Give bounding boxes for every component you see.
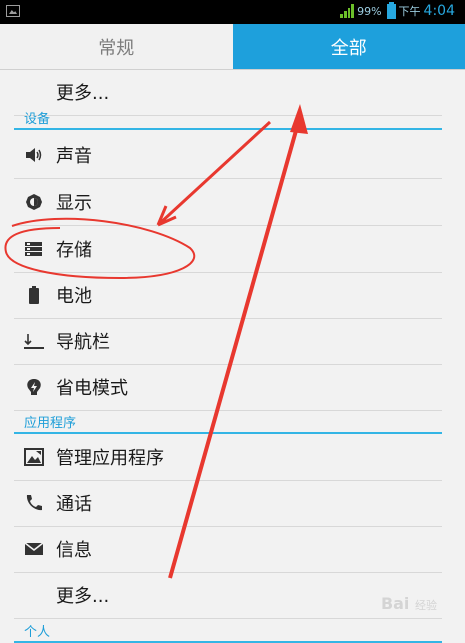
tab-all[interactable]: 全部 xyxy=(233,24,465,69)
list-item-label: 更多... xyxy=(56,582,109,608)
section-title: 应用程序 xyxy=(24,412,76,431)
list-item-label: 管理应用程序 xyxy=(56,444,164,470)
status-right: 99% 下午 4:04 xyxy=(340,3,455,19)
section-header-device: 设备 xyxy=(14,106,442,130)
apps-icon xyxy=(24,448,44,466)
storage-icon xyxy=(24,240,44,258)
battery-percent: 99% xyxy=(357,5,381,18)
list-item-more-apps[interactable]: 更多... xyxy=(14,572,442,619)
list-item-calls[interactable]: 通话 xyxy=(14,480,442,527)
message-icon xyxy=(24,540,44,558)
tab-bar: 常规 全部 xyxy=(0,24,465,69)
list-item-messages[interactable]: 信息 xyxy=(14,526,442,573)
list-item-label: 通话 xyxy=(56,490,92,516)
power-saving-icon xyxy=(24,378,44,396)
watermark-suffix: 经验 xyxy=(415,599,437,612)
clock: 4:04 xyxy=(424,3,455,19)
list-item-label: 信息 xyxy=(56,536,92,562)
status-bar: 99% 下午 4:04 xyxy=(0,0,465,24)
list-item-power-saving[interactable]: 省电模式 xyxy=(14,364,442,411)
list-item-storage[interactable]: 存储 xyxy=(14,226,442,273)
brightness-icon xyxy=(24,193,44,211)
time-prefix: 下午 xyxy=(399,3,421,19)
gallery-notification-icon xyxy=(6,5,20,17)
watermark-text: Bai xyxy=(381,594,409,613)
list-item-battery[interactable]: 电池 xyxy=(14,272,442,319)
list-item-navigation-bar[interactable]: 导航栏 xyxy=(14,318,442,365)
list-item-label: 显示 xyxy=(56,189,92,215)
signal-icon xyxy=(340,4,354,18)
list-item-label: 更多... xyxy=(56,79,109,105)
watermark: Bai 经验 xyxy=(381,594,437,613)
list-item-manage-apps[interactable]: 管理应用程序 xyxy=(14,434,442,481)
list-item-label: 存储 xyxy=(56,236,92,262)
list-item-sound[interactable]: 声音 xyxy=(14,132,442,179)
list-item-label: 省电模式 xyxy=(56,374,128,400)
phone-icon xyxy=(24,494,44,512)
section-title: 个人 xyxy=(24,621,50,640)
tab-general[interactable]: 常规 xyxy=(0,24,233,69)
list-item-label: 导航栏 xyxy=(56,328,110,354)
navigation-bar-icon xyxy=(24,332,44,350)
list-item-label: 声音 xyxy=(56,142,92,168)
battery-status-icon xyxy=(387,4,396,19)
section-header-personal: 个人 xyxy=(14,619,442,643)
speaker-icon xyxy=(24,146,44,164)
section-header-apps: 应用程序 xyxy=(14,410,442,434)
battery-icon xyxy=(24,286,44,304)
list-item-display[interactable]: 显示 xyxy=(14,179,442,226)
list-item-label: 电池 xyxy=(56,282,92,308)
section-title: 设备 xyxy=(24,108,50,127)
